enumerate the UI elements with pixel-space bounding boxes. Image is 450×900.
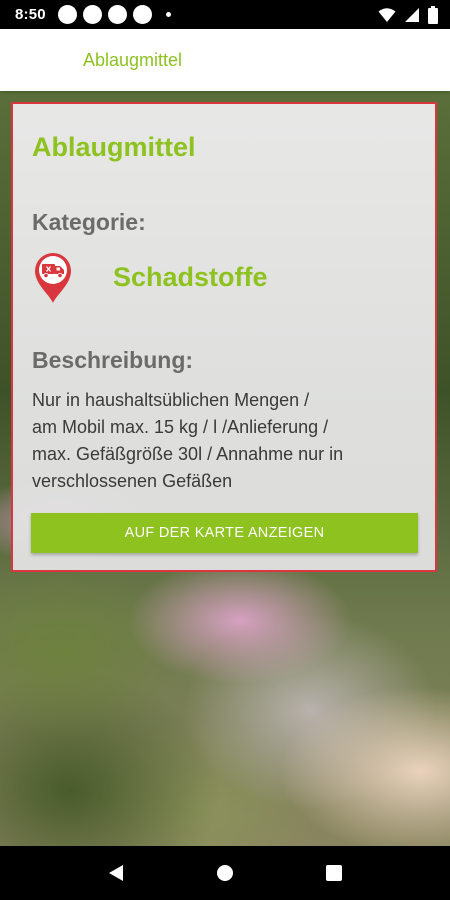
item-title: Ablaugmittel [32,132,196,162]
recents-button[interactable] [319,858,349,888]
show-on-map-button[interactable]: AUF DER KARTE ANZEIGEN [31,513,418,553]
system-icons [378,5,438,24]
recents-icon [325,865,342,881]
home-button[interactable] [210,858,240,888]
notification-dot-icon [57,5,77,24]
wifi-icon [378,7,396,22]
description-text: Nur in haushaltsüblichen Mengen / am Mob… [32,387,412,495]
notification-icons [57,5,171,24]
description-line: Nur in haushaltsüblichen Mengen / [32,390,310,410]
battery-icon [428,5,438,24]
description-line: verschlossenen Gefäßen [32,471,233,491]
status-bar: 8:50 [0,0,450,29]
home-icon [216,865,233,881]
app-bar: Ablaugmittel [0,29,450,91]
description-line: am Mobil max. 15 kg / l /Anlieferung / [32,417,329,437]
signal-icon [405,7,419,22]
description-label: Beschreibung: [32,347,194,373]
back-icon [109,865,124,881]
more-notifications-icon [165,12,171,17]
category-row: Schadstoffe [32,250,268,304]
notification-dot-icon [132,5,152,24]
status-time: 8:50 [15,6,46,23]
notification-dot-icon [82,5,102,24]
category-label: Kategorie: [32,209,146,235]
description-line: max. Gefäßgröße 30l / Annahme nur in [32,444,344,464]
category-name: Schadstoffe [113,261,268,292]
detail-card: Ablaugmittel Kategorie: Schadstoffe Besc… [11,102,437,572]
hazardous-waste-pin-icon [35,253,71,303]
app-bar-title: Ablaugmittel [83,49,183,70]
navigation-bar [0,846,450,900]
back-button[interactable] [101,858,131,888]
notification-dot-icon [107,5,127,24]
